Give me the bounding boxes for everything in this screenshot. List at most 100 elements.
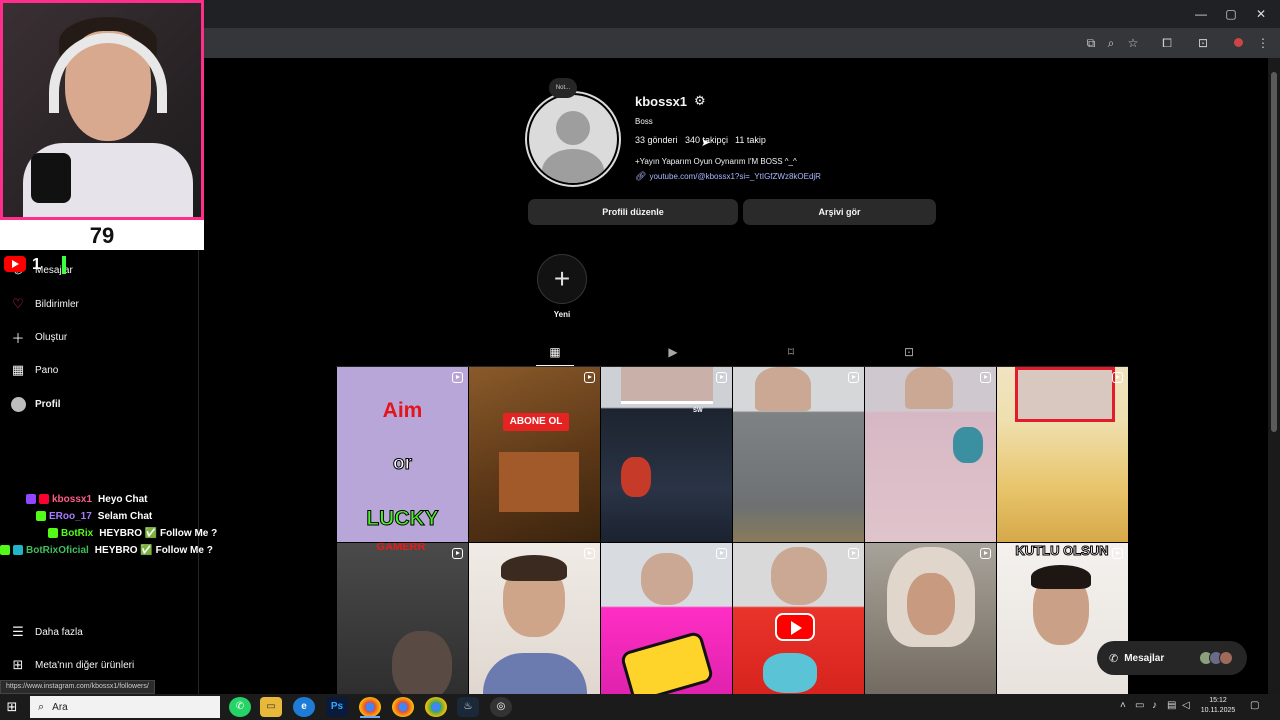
webcam-overlay (0, 0, 204, 220)
grid-post[interactable] (865, 367, 996, 542)
reel-icon (452, 548, 463, 559)
sidebar-item-profile[interactable]: Profil (10, 393, 61, 415)
maximize-button[interactable]: ▢ (1216, 4, 1246, 24)
close-button[interactable]: ✕ (1246, 4, 1276, 24)
sidebar-item-more[interactable]: ☰ Daha fazla (10, 621, 83, 643)
reel-icon (452, 372, 463, 383)
tray-chevron-icon[interactable]: ˄ (1120, 700, 1126, 711)
photoshop-icon[interactable]: Ps (326, 697, 348, 717)
page-scrollbar[interactable] (1268, 58, 1280, 694)
grid-post[interactable] (733, 543, 864, 718)
youtube-badge-icon (39, 494, 49, 504)
profile-fullname: Boss (635, 117, 653, 126)
grid-post[interactable]: SW (601, 367, 732, 542)
profile-username: kbossx1 (635, 94, 688, 109)
posts-grid-icon[interactable]: ▦ (547, 344, 563, 360)
star-icon[interactable]: ☆ (1124, 34, 1142, 52)
minimize-button[interactable]: — (1186, 4, 1216, 24)
sidebar-item-notifications[interactable]: ♡ Bildirimler (10, 293, 79, 315)
whatsapp-icon[interactable]: ✆ (229, 697, 251, 717)
avatar-stack (1199, 651, 1233, 665)
notifications-icon[interactable]: ▢ (1250, 700, 1259, 711)
messages-bubble[interactable]: ✆ Mesajlar (1097, 641, 1247, 675)
saved-icon[interactable]: ⌑ (783, 344, 799, 360)
reel-icon (848, 372, 859, 383)
reel-icon (716, 372, 727, 383)
grid-post[interactable]: ABONE OL (469, 367, 600, 542)
viewer-counter: 79 (0, 220, 204, 250)
reel-icon (584, 372, 595, 383)
extension-icon[interactable]: ⧠ (1158, 34, 1176, 52)
tab-active-indicator (536, 365, 574, 366)
following-link[interactable]: 11 takip (735, 135, 766, 145)
grid-post[interactable] (865, 543, 996, 718)
taskbar-clock[interactable]: 15:12 10.11.2025 (1196, 696, 1240, 716)
mouse-cursor: ➤ (701, 137, 711, 149)
bot-icon (13, 545, 23, 555)
tray-volume-icon[interactable]: ◁ (1182, 700, 1190, 711)
chrome-icon[interactable] (392, 697, 414, 717)
reels-icon[interactable]: ▶︎ (665, 344, 681, 360)
chat-line: BotRix HEYBRO ✅ Follow Me ? (48, 525, 278, 541)
grid-post[interactable] (733, 367, 864, 542)
file-explorer-icon[interactable]: ▭ (260, 697, 282, 717)
profile-link[interactable]: 🔗︎ youtube.com/@kbossx1?si=_YtIGfZWz8kOEd… (635, 171, 821, 182)
tray-display-icon[interactable]: ▭ (1135, 700, 1144, 711)
reel-icon (980, 548, 991, 559)
note-bubble[interactable]: Not... (549, 78, 577, 98)
hamburger-icon: ☰ (12, 624, 24, 639)
tagged-icon[interactable]: ⊡ (901, 344, 917, 360)
reel-icon (716, 548, 727, 559)
new-highlight-button[interactable]: + (537, 254, 587, 304)
reel-icon (1112, 548, 1123, 559)
new-highlight-label: Yeni (553, 310, 571, 319)
taskbar-search[interactable]: ⌕ Ara (30, 696, 220, 718)
profile-icon[interactable] (1229, 34, 1247, 52)
dashboard-icon: ▦ (11, 362, 25, 377)
zoom-icon[interactable]: ⌕ (1102, 34, 1120, 52)
activity-bar (62, 256, 66, 274)
chat-line: BotRixOficial HEYBRO ✅ Follow Me ? (0, 542, 230, 558)
grid-post[interactable]: KUTLU OLSUN (997, 543, 1128, 718)
screenshot-icon[interactable]: ⊡ (1194, 34, 1212, 52)
tray-network-icon[interactable]: ▤ (1167, 700, 1176, 711)
search-icon: ⌕ (38, 700, 45, 713)
chrome-icon[interactable] (425, 697, 447, 717)
edge-icon[interactable]: e (293, 697, 315, 717)
edit-profile-button[interactable]: Profili düzenle (528, 199, 738, 225)
grid-post[interactable] (997, 367, 1128, 542)
cast-icon[interactable]: ⧉ (1082, 34, 1100, 52)
grid-post[interactable]: GAMERR (337, 543, 468, 718)
sidebar-item-meta[interactable]: ⊞ Meta'nın diğer ürünleri (10, 654, 135, 676)
youtube-count: 1 (32, 256, 41, 273)
link-icon: 🔗︎ (635, 171, 647, 181)
apps-icon: ⊞ (12, 657, 24, 672)
sidebar-item-create[interactable]: ＋ Oluştur (10, 326, 67, 348)
status-url: https://www.instagram.com/kbossx1/follow… (0, 680, 155, 694)
grid-post[interactable] (601, 543, 732, 718)
avatar-icon (10, 396, 26, 412)
reel-icon (1112, 372, 1123, 383)
kick-icon (48, 528, 58, 538)
tray-mic-icon[interactable]: ♪ (1152, 700, 1157, 711)
plus-icon: + (553, 263, 571, 294)
grid-post[interactable] (469, 543, 600, 718)
plus-icon: ＋ (11, 330, 25, 346)
reel-icon (980, 372, 991, 383)
profile-bio: +Yayın Yaparım Oyun Oynarım I'M BOSS ^_^ (635, 157, 797, 166)
view-archive-button[interactable]: Arşivi gör (743, 199, 936, 225)
windows-start-icon[interactable]: ⊞ (4, 699, 20, 715)
steam-icon[interactable]: ♨ (457, 697, 479, 717)
active-app-indicator (360, 716, 380, 718)
gear-icon[interactable]: ⚙ (694, 94, 708, 108)
heart-icon: ♡ (12, 296, 24, 311)
grid-post[interactable]: Aim or LUCKY (337, 367, 468, 542)
chrome-icon[interactable] (359, 697, 381, 717)
menu-icon[interactable]: ⋮ (1254, 34, 1272, 52)
youtube-icon (4, 256, 26, 272)
profile-avatar[interactable] (529, 95, 617, 183)
obs-icon[interactable]: ◎ (490, 697, 512, 717)
messenger-icon: ✆ (1109, 652, 1119, 665)
chat-line: kbossx1 Heyo Chat (26, 491, 256, 507)
sidebar-item-dashboard[interactable]: ▦ Pano (10, 359, 59, 381)
